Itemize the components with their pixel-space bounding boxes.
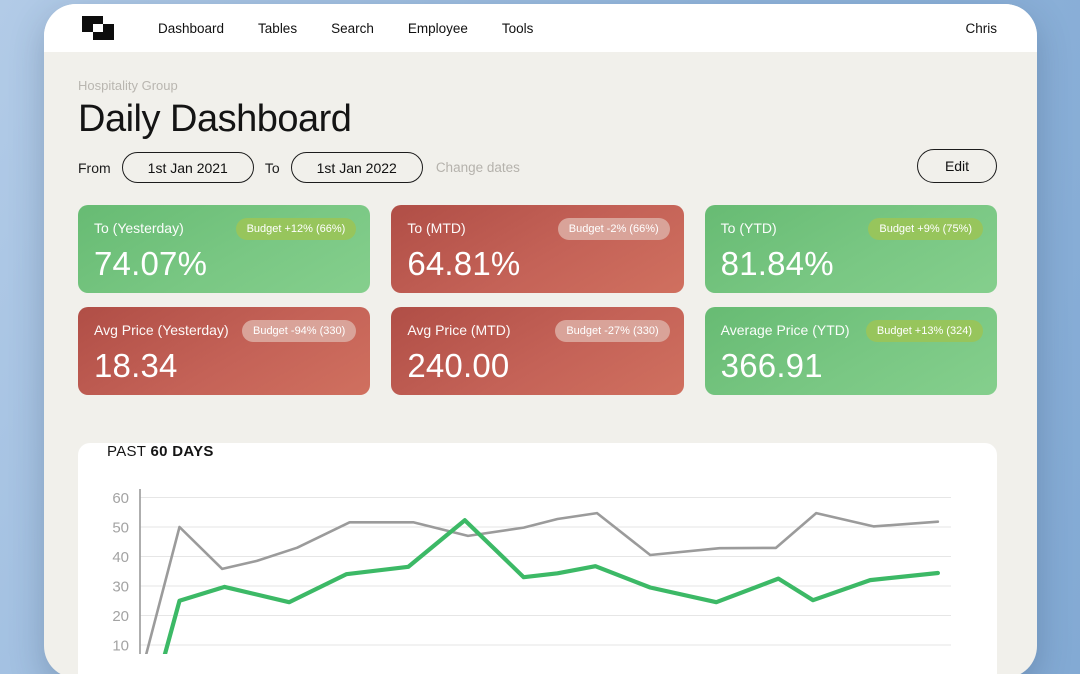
y-tick-label: 50: [112, 520, 129, 537]
kpi-grid: To (Yesterday) 74.07% Budget +12% (66%) …: [78, 205, 997, 395]
nav-item-dashboard[interactable]: Dashboard: [158, 21, 224, 36]
group-eyebrow: Hospitality Group: [78, 78, 178, 93]
nav-menu: Dashboard Tables Search Employee Tools: [158, 21, 533, 36]
kpi-budget-badge: Budget -27% (330): [555, 320, 670, 342]
y-tick-label: 40: [112, 549, 129, 566]
date-range-row: From 1st Jan 2021 To 1st Jan 2022 Change…: [78, 149, 997, 183]
y-tick-label: 10: [112, 638, 129, 655]
from-label: From: [78, 159, 111, 176]
to-date-pill[interactable]: 1st Jan 2022: [290, 152, 423, 183]
kpi-budget-badge: Budget +13% (324): [865, 320, 983, 342]
user-menu[interactable]: Chris: [965, 21, 997, 36]
y-tick-label: 20: [112, 608, 129, 625]
kpi-value: 81.84%: [720, 245, 834, 282]
kpi-card: To (Yesterday) 74.07% Budget +12% (66%): [78, 205, 371, 293]
app-window: Dashboard Tables Search Employee Tools C…: [44, 4, 1037, 674]
kpi-card: Avg Price (MTD) 240.00 Budget -27% (330): [391, 307, 684, 395]
kpi-value: 366.91: [720, 347, 823, 384]
kpi-budget-badge: Budget -94% (330): [241, 320, 357, 342]
nav-item-search[interactable]: Search: [331, 21, 374, 36]
chart-panel: PAST 60 DAYS 60 50 40 30 20 10: [78, 443, 997, 674]
main-content: Hospitality Group Daily Dashboard From 1…: [44, 78, 1037, 674]
kpi-budget-badge: Budget +9% (75%): [868, 218, 983, 240]
kpi-value: 240.00: [407, 347, 510, 384]
kpi-value: 64.81%: [407, 245, 521, 282]
kpi-card: Average Price (YTD) 366.91 Budget +13% (…: [704, 307, 997, 395]
kpi-budget-badge: Budget +12% (66%): [235, 218, 357, 240]
nav-item-employee[interactable]: Employee: [408, 21, 468, 36]
chart-green-line: [162, 518, 941, 654]
edit-button[interactable]: Edit: [917, 149, 997, 183]
to-label: To: [264, 159, 280, 176]
navbar: Dashboard Tables Search Employee Tools C…: [44, 4, 1037, 52]
kpi-card: Avg Price (Yesterday) 18.34 Budget -94% …: [78, 307, 371, 395]
chart-gray-line: [144, 511, 940, 654]
past-60-days-chart: 60 50 40 30 20 10: [112, 489, 951, 655]
nav-item-tools[interactable]: Tools: [502, 21, 534, 36]
kpi-card: To (YTD) 81.84% Budget +9% (75%): [704, 205, 997, 293]
kpi-value: 74.07%: [94, 245, 208, 282]
kpi-value: 18.34: [94, 347, 178, 384]
kpi-card: To (MTD) 64.81% Budget -2% (66%): [391, 205, 684, 293]
logo-icon[interactable]: [80, 15, 116, 41]
change-dates-hint: Change dates: [435, 160, 520, 175]
chart-title: PAST 60 DAYS: [107, 443, 214, 460]
y-tick-label: 60: [112, 490, 129, 507]
kpi-budget-badge: Budget -2% (66%): [557, 218, 670, 240]
y-tick-label: 30: [112, 579, 129, 596]
nav-item-tables[interactable]: Tables: [258, 21, 297, 36]
page-title: Daily Dashboard: [78, 98, 352, 140]
from-date-pill[interactable]: 1st Jan 2021: [121, 152, 254, 183]
